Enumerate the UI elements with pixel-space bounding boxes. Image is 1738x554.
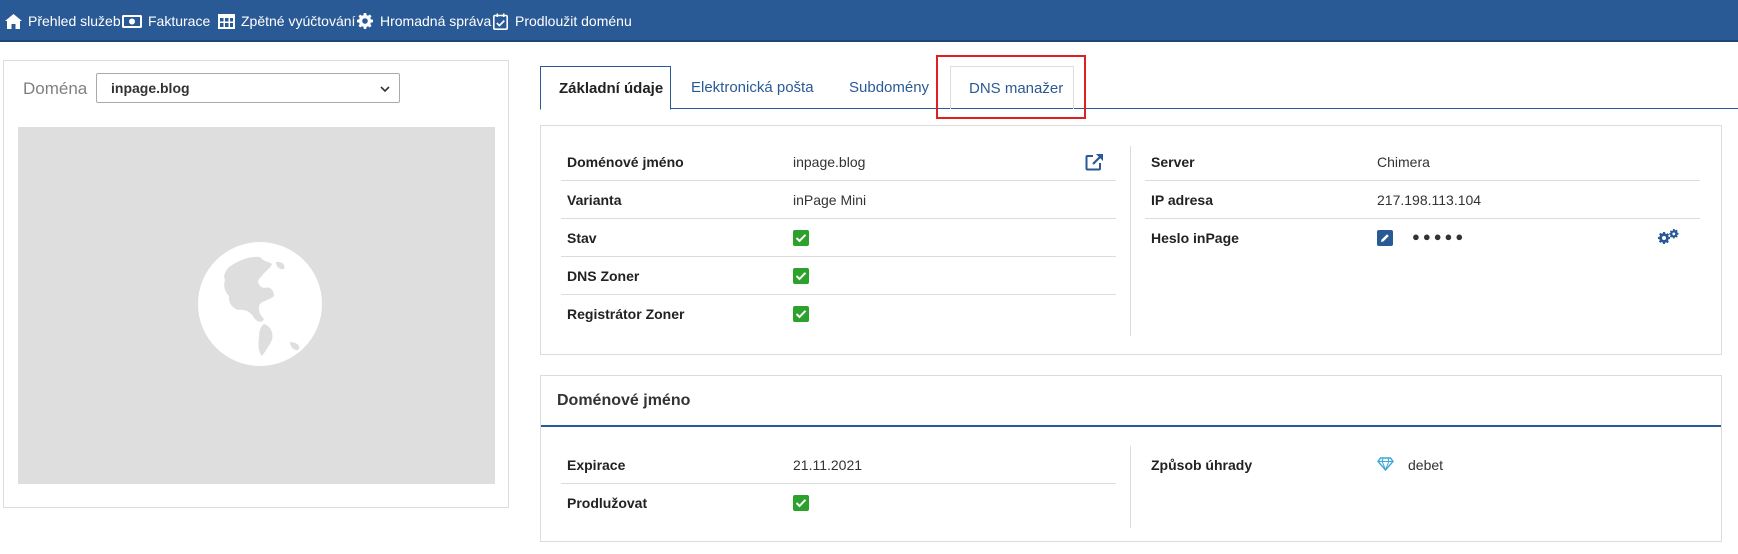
row-value: 21.11.2021 — [793, 457, 863, 473]
tab-email[interactable]: Elektronická pošta — [673, 66, 832, 109]
domain-preview-panel: Doména inpage.blog — [3, 60, 509, 508]
nav-item-bulk-management[interactable]: Hromadná správa — [356, 0, 491, 42]
password-mask: ●●●●● — [1412, 229, 1467, 244]
nav-item-services-overview[interactable]: Přehled služeb — [4, 0, 121, 42]
diamond-icon — [1377, 457, 1394, 476]
tab-basic-info[interactable]: Základní údaje — [540, 66, 671, 110]
tab-label: Základní údaje — [559, 79, 664, 97]
chevron-down-icon — [379, 82, 391, 98]
row-label: Varianta — [567, 192, 622, 208]
basic-info-card: Doménové jméno inpage.blog Varianta inPa… — [540, 125, 1722, 355]
website-preview — [18, 127, 495, 484]
row-expiration: Expirace 21.11.2021 — [561, 446, 1116, 484]
tab-dns-manager[interactable]: DNS manažer — [950, 66, 1074, 109]
tab-label: Elektronická pošta — [691, 79, 814, 96]
check-icon — [793, 268, 809, 284]
money-icon — [122, 12, 142, 30]
tab-label: Subdomény — [849, 79, 930, 96]
row-value: 217.198.113.104 — [1377, 192, 1482, 208]
check-icon — [793, 495, 809, 511]
nav-item-label: Hromadná správa — [380, 13, 492, 29]
row-server: Server Chimera — [1145, 143, 1700, 181]
tab-bar: Základní údaje Elektronická pošta Subdom… — [540, 66, 1738, 110]
row-label: Registrátor Zoner — [567, 306, 685, 322]
row-inpage-password: Heslo inPage ●●●●● — [1145, 219, 1700, 257]
row-label: Prodlužovat — [567, 495, 648, 511]
row-label: Expirace — [567, 457, 626, 473]
row-label: DNS Zoner — [567, 268, 640, 284]
external-link-icon[interactable] — [1085, 153, 1104, 176]
row-label: Stav — [567, 230, 597, 246]
row-registrar-zoner: Registrátor Zoner — [561, 295, 1116, 333]
row-value: Chimera — [1377, 154, 1430, 170]
row-label: Způsob úhrady — [1151, 457, 1253, 473]
domain-label: Doména — [23, 79, 88, 98]
home-icon — [4, 12, 22, 30]
row-label: IP adresa — [1151, 192, 1214, 208]
card-title: Doménové jméno — [557, 392, 691, 409]
nav-item-label: Prodloužit doménu — [515, 13, 632, 29]
nav-item-reverse-billing[interactable]: Zpětné vyúčtování — [217, 0, 355, 42]
row-value: debet — [1408, 457, 1444, 473]
row-value: inpage.blog — [793, 154, 866, 170]
edit-password-icon[interactable] — [1377, 230, 1393, 251]
row-payment-method: Způsob úhrady debet — [1145, 446, 1700, 484]
nav-item-label: Zpětné vyúčtování — [241, 13, 356, 29]
card-header: Doménové jméno — [541, 376, 1721, 427]
nav-item-billing[interactable]: Fakturace — [122, 0, 210, 42]
gear-icon — [356, 12, 374, 30]
row-label: Doménové jméno — [567, 154, 684, 170]
check-icon — [793, 306, 809, 322]
row-label: Heslo inPage — [1151, 230, 1239, 246]
column-divider — [1130, 446, 1131, 528]
column-divider — [1130, 146, 1131, 336]
nav-item-extend-domain[interactable]: Prodloužit doménu — [491, 0, 632, 42]
password-settings-gears-icon[interactable] — [1657, 229, 1679, 252]
check-icon — [793, 230, 809, 246]
nav-item-label: Fakturace — [148, 13, 211, 29]
row-label: Server — [1151, 154, 1195, 170]
table-icon — [217, 12, 235, 30]
domain-select[interactable]: inpage.blog — [96, 73, 400, 103]
row-status: Stav — [561, 219, 1116, 257]
domain-select-value: inpage.blog — [111, 80, 190, 96]
row-value: inPage Mini — [793, 192, 867, 208]
row-variant: Varianta inPage Mini — [561, 181, 1116, 219]
tab-subdomains[interactable]: Subdomény — [831, 66, 947, 109]
row-dns-zoner: DNS Zoner — [561, 257, 1116, 295]
domain-name-card: Doménové jméno Expirace 21.11.2021 Prodl… — [540, 375, 1722, 542]
row-domain-name: Doménové jméno inpage.blog — [561, 143, 1116, 181]
row-ip-address: IP adresa 217.198.113.104 — [1145, 181, 1700, 219]
globe-icon — [198, 242, 322, 371]
tab-label: DNS manažer — [969, 79, 1064, 97]
calendar-check-icon — [491, 12, 509, 30]
row-auto-renew: Prodlužovat — [561, 484, 1116, 522]
nav-item-label: Přehled služeb — [28, 13, 121, 29]
top-navigation: Přehled služeb Fakturace Zpětné vyúčtová… — [0, 0, 1738, 42]
